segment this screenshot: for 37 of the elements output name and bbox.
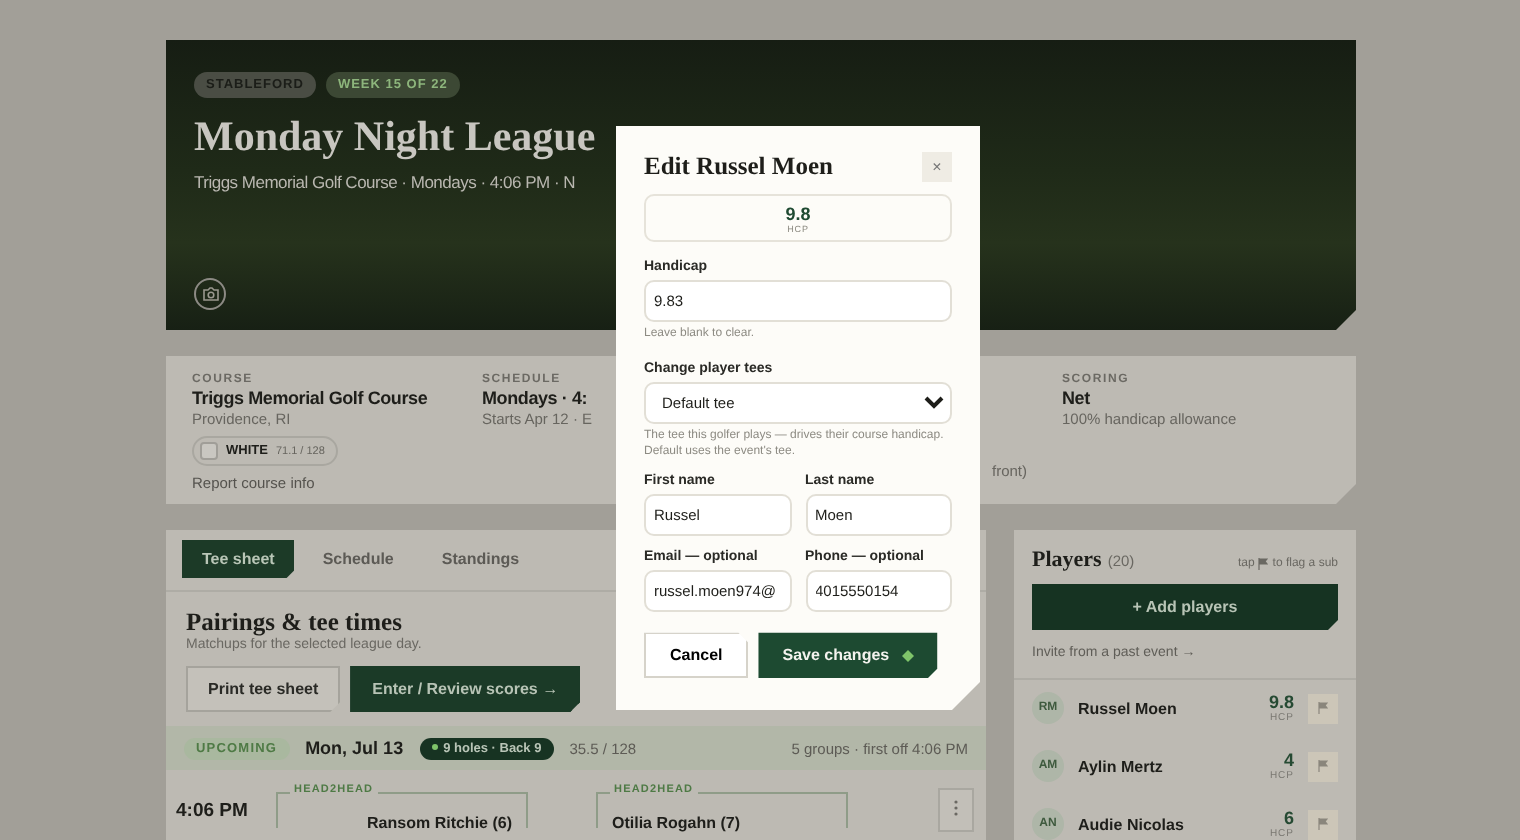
print-button[interactable]: Print tee sheet xyxy=(186,666,341,712)
scoring-value: Net xyxy=(1062,388,1090,408)
flag-icon[interactable] xyxy=(1308,809,1338,839)
course-name: Triggs Memorial Golf Course xyxy=(192,388,428,408)
players-title: Players xyxy=(1032,548,1102,572)
tee-time: 4:06 PM xyxy=(176,799,250,821)
dialog-title: Edit Russel Moen xyxy=(644,152,833,182)
handicap-value: 9.8 xyxy=(785,203,811,223)
tab[interactable]: Tee sheet xyxy=(182,540,295,578)
scores-button[interactable]: Enter / Review scores → xyxy=(350,666,581,712)
more-icon[interactable] xyxy=(938,788,974,832)
flag-icon[interactable] xyxy=(1308,751,1338,781)
player-name: Russel Moen xyxy=(1078,699,1179,717)
tee-swatch-icon xyxy=(200,442,218,460)
camera-icon[interactable] xyxy=(194,278,226,310)
schedule-value: Mondays · 4: xyxy=(482,388,588,408)
player-name: Audie Nicolas xyxy=(1078,815,1186,833)
dot-icon xyxy=(431,744,438,751)
player-name: Ransom Ritchie (6) xyxy=(367,814,512,832)
handicap-value: 4 xyxy=(1283,750,1294,770)
flag-icon[interactable] xyxy=(1308,693,1338,723)
league-title: Monday Night League xyxy=(194,112,598,162)
close-button[interactable]: × xyxy=(922,152,952,182)
player-name: Otilia Rogahn (7) xyxy=(612,814,740,832)
tab[interactable]: Schedule xyxy=(302,540,414,578)
section-title: Pairings & tee times xyxy=(186,608,402,637)
diamond-icon xyxy=(901,649,914,662)
save-button[interactable]: Save changes xyxy=(758,632,938,679)
league-subtitle: Triggs Memorial Golf Course · Mondays · 4:06 PM · N xyxy=(194,172,578,192)
player-name: Aylin Mertz xyxy=(1078,757,1165,775)
day-date: Mon, Jul 13 xyxy=(305,738,404,758)
add-players-button[interactable]: + Add players xyxy=(1032,584,1338,630)
flag-icon xyxy=(1258,558,1269,570)
handicap-value: 9.8 xyxy=(1268,692,1294,712)
cancel-button[interactable]: Cancel xyxy=(644,632,749,679)
tab[interactable]: Standings xyxy=(421,540,540,578)
handicap-value: 6 xyxy=(1283,808,1294,828)
